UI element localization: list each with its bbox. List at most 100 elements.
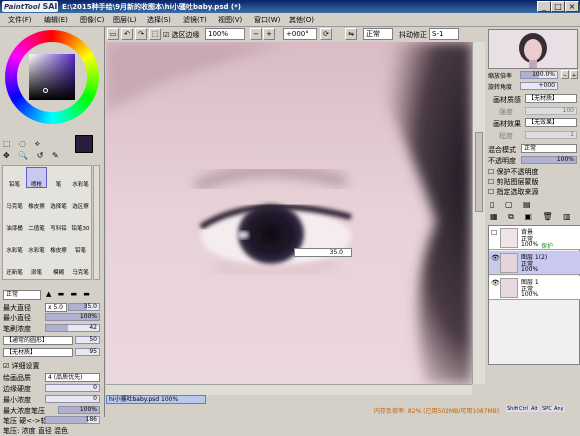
paper-strength-value: 100 — [562, 107, 574, 114]
layer-item[interactable]: 👁 图层 1 正常 100% — [489, 276, 580, 300]
primary-color-swatch[interactable] — [75, 135, 93, 153]
selection-source-checkbox[interactable]: ☐ 指定选取来源 — [488, 187, 539, 197]
clipping-mask-checkbox[interactable]: ☐ 剪贴图层蒙版 — [488, 177, 539, 187]
paper-effect-select[interactable]: 【无效果】 — [525, 118, 577, 127]
brush-tool[interactable]: 澍笔 — [26, 255, 47, 276]
layer-opacity-slider[interactable]: 100% — [521, 156, 577, 164]
selection-tools[interactable]: ⬚ ◌ ⟡ ✥ 🔍 ↺ ✎ — [3, 138, 73, 164]
max-size-mult[interactable]: x 5.0 — [45, 303, 67, 312]
angle-select[interactable]: +000° — [283, 28, 317, 40]
rotate-icon[interactable]: ⟳ — [320, 28, 332, 40]
nav-angle-slider[interactable]: +000 — [520, 82, 558, 90]
protect-opacity-checkbox[interactable]: ☐ 保护不透明度 — [488, 167, 539, 177]
max-pressure-slider[interactable]: 100% — [58, 406, 100, 414]
canvas-horizontal-scrollbar[interactable] — [106, 384, 472, 395]
min-density-label: 最小浓度 — [3, 396, 31, 404]
paper-strength-slider[interactable]: 100 — [525, 107, 577, 115]
stabilizer-select[interactable]: S-1 — [429, 28, 459, 40]
menu-edit[interactable]: 编辑(E) — [44, 15, 68, 25]
canvas-vscroll-thumb[interactable] — [475, 132, 483, 212]
selection-edge-toggle[interactable]: ☑ 选区边缘 — [163, 30, 200, 40]
layer-blend-select[interactable]: 正常 — [521, 144, 577, 153]
brush-shape-strength[interactable]: 50 — [75, 336, 100, 344]
layer-action-icons[interactable]: ▯ ▢ ▤ ▦ ⧉ ▣ 🗑 ▥ — [490, 199, 575, 223]
min-density-slider[interactable]: 0 — [45, 395, 100, 403]
brush-texture-strength-value: 95 — [89, 348, 97, 355]
canvas[interactable]: 35.0 — [106, 42, 472, 384]
visibility-icon[interactable]: 👁 — [491, 279, 500, 287]
brush-tool[interactable]: 笔 — [48, 167, 69, 188]
color-square[interactable] — [29, 54, 75, 100]
brush-tool[interactable]: 水彩笔 — [70, 167, 91, 188]
brush-tool[interactable]: 模糊 — [48, 255, 69, 276]
brush-texture-select[interactable]: 【无材质】 — [3, 348, 73, 357]
deselect-icon[interactable]: ⬚ — [149, 28, 161, 40]
brush-tool[interactable]: 油漆桶 — [4, 211, 25, 232]
density-slider[interactable]: 42 — [45, 324, 100, 332]
brush-tool[interactable]: 铅笔 — [4, 167, 25, 188]
brush-tool[interactable]: 橡皮擦 — [26, 189, 47, 210]
brush-tool[interactable]: 写科铅笔 — [48, 211, 69, 232]
menu-image[interactable]: 图像(C) — [80, 15, 104, 25]
canvas-tab-zoom: 100% — [161, 396, 179, 403]
menu-other[interactable]: 其他(O) — [289, 15, 314, 25]
density-value: 42 — [89, 324, 97, 331]
menu-layer[interactable]: 图层(L) — [113, 15, 136, 25]
maximize-button[interactable]: □ — [551, 1, 565, 12]
zoom-in-icon[interactable]: + — [263, 28, 275, 40]
visibility-icon[interactable]: 👁 — [491, 254, 500, 262]
brush-tool[interactable]: 水彩笔10 — [26, 233, 47, 254]
quality-select[interactable]: 4 (品质优先) — [45, 373, 100, 382]
max-size-slider[interactable]: 35.0 — [68, 303, 100, 311]
brush-tool[interactable]: 铅笔30 — [70, 211, 91, 232]
menu-view[interactable]: 视图(V) — [218, 15, 242, 25]
layer-item[interactable]: ☐ 背景 正常 100% 保护 — [489, 226, 580, 250]
new-icon[interactable]: ▭ — [107, 28, 119, 40]
paper-effect-strength-slider[interactable]: 1 — [525, 131, 577, 139]
nav-zoom-slider[interactable]: 100.0% — [520, 71, 558, 79]
brush-tool[interactable]: 选区擦 — [70, 189, 91, 210]
zoom-select[interactable]: 100% — [205, 28, 245, 40]
brush-texture-strength[interactable]: 95 — [75, 348, 100, 356]
pressure-footer-options[interactable]: 浓度 直径 混色 — [22, 427, 68, 435]
brush-shape-select[interactable]: 【通常的圆形】 — [3, 336, 73, 345]
nav-zoom-plus[interactable]: + — [570, 70, 578, 79]
brush-tool[interactable]: 铅笔 — [70, 233, 91, 254]
undo-icon[interactable]: ↶ — [121, 28, 133, 40]
visibility-icon[interactable]: ☐ — [491, 229, 497, 237]
brush-tool[interactable]: 马克笔 — [4, 189, 25, 210]
menu-window[interactable]: 窗口(W) — [254, 15, 280, 25]
brush-shape-presets[interactable]: ▲ ▬ ▬ ▬ — [46, 290, 101, 300]
blend-select[interactable]: 正常 — [363, 28, 393, 40]
paper-texture-select[interactable]: 【无材质】 — [525, 94, 577, 103]
tool-grid-scrollbar[interactable] — [93, 165, 100, 280]
min-size-slider[interactable]: 100% — [45, 313, 100, 321]
navigator-preview[interactable] — [488, 29, 578, 69]
brush-mode-select[interactable]: 正常 — [3, 290, 41, 300]
detail-settings-toggle[interactable]: ☑ 详细设置 — [3, 361, 40, 371]
brush-tool[interactable]: 马克笔 — [70, 255, 91, 276]
redo-icon[interactable]: ↷ — [135, 28, 147, 40]
menu-file[interactable]: 文件(F) — [8, 15, 32, 25]
edge-slider[interactable]: 0 — [45, 384, 100, 392]
menu-select[interactable]: 选择(S) — [147, 15, 171, 25]
flip-icon[interactable]: ⇋ — [345, 28, 357, 40]
canvas-vertical-scrollbar[interactable] — [472, 42, 485, 384]
color-wheel[interactable] — [5, 30, 99, 124]
brush-tool[interactable]: 选择笔 — [48, 189, 69, 210]
paper-effect-strength-label: 程度 — [499, 132, 513, 140]
brush-tool[interactable]: 二值笔 — [26, 211, 47, 232]
minimize-button[interactable]: _ — [537, 1, 551, 12]
max-size-label: 最大直径 — [3, 304, 31, 312]
zoom-out-icon[interactable]: − — [250, 28, 262, 40]
nav-zoom-minus[interactable]: − — [561, 70, 569, 79]
brush-tool[interactable]: 橡皮擦2 — [48, 233, 69, 254]
menu-filter[interactable]: 滤镜(T) — [183, 15, 207, 25]
canvas-tab[interactable]: hi小骚吐baby.psd 100% — [106, 395, 206, 404]
close-button[interactable]: × — [565, 1, 579, 12]
layer-item-selected[interactable]: 👁 图层 1(2) 正常 100% — [489, 251, 580, 275]
brush-tool[interactable]: 喷枪 — [26, 167, 47, 188]
brush-tool[interactable]: 水彩笔80 — [4, 233, 25, 254]
pressure-slider[interactable]: 186 — [45, 416, 100, 424]
brush-tool[interactable]: 还新笔 — [4, 255, 25, 276]
